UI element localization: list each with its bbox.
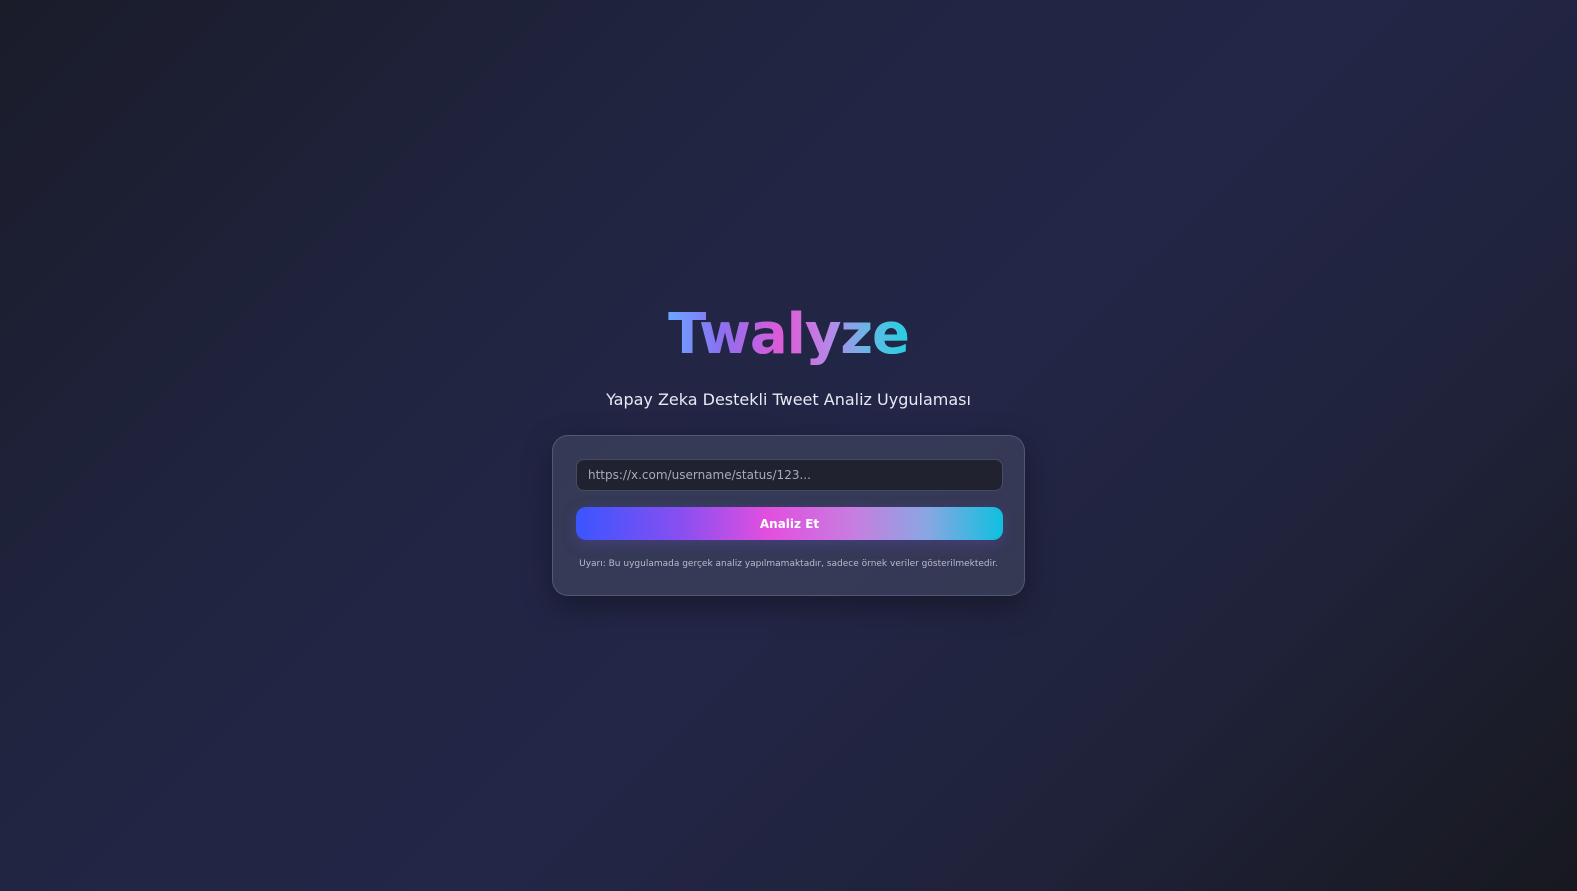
disclaimer-text: Uyarı: Bu uygulamada gerçek analiz yapıl… [579,559,998,569]
page: Twalyze Yapay Zeka Destekli Tweet Analiz… [0,0,1577,891]
analyze-card: Analiz Et Uyarı: Bu uygulamada gerçek an… [552,435,1025,596]
app-subtitle: Yapay Zeka Destekli Tweet Analiz Uygulam… [606,390,971,409]
tweet-url-input[interactable] [576,459,1003,491]
analyze-button[interactable]: Analiz Et [576,507,1003,540]
app-logo-text: Twalyze [668,300,910,370]
app-logo: Twalyze [0,300,1577,370]
